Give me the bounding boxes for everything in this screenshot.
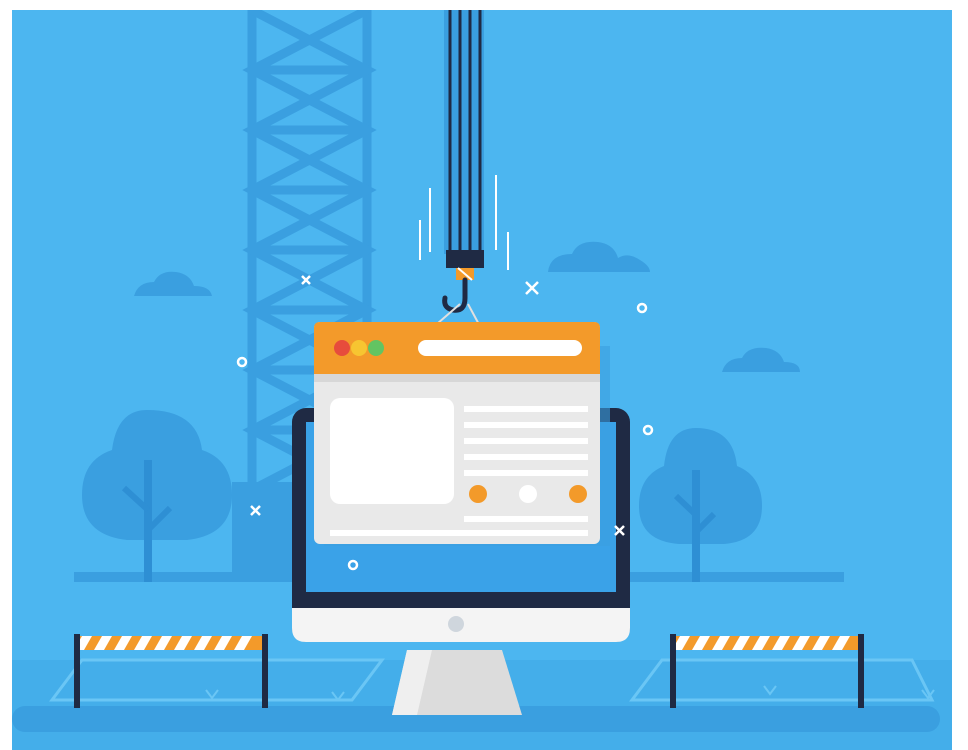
dot-icon: [569, 485, 587, 503]
address-bar: [418, 340, 582, 356]
dot-icon: [469, 485, 487, 503]
monitor-button: [448, 616, 464, 632]
maximize-dot-icon: [368, 340, 384, 356]
illustration-svg: [12, 10, 952, 750]
crane-cables: [444, 10, 484, 254]
under-construction-illustration: [12, 10, 952, 750]
browser-window-icon: [314, 322, 610, 546]
image-placeholder: [330, 398, 454, 504]
close-dot-icon: [334, 340, 350, 356]
minimize-dot-icon: [351, 340, 367, 356]
dot-icon: [519, 485, 537, 503]
